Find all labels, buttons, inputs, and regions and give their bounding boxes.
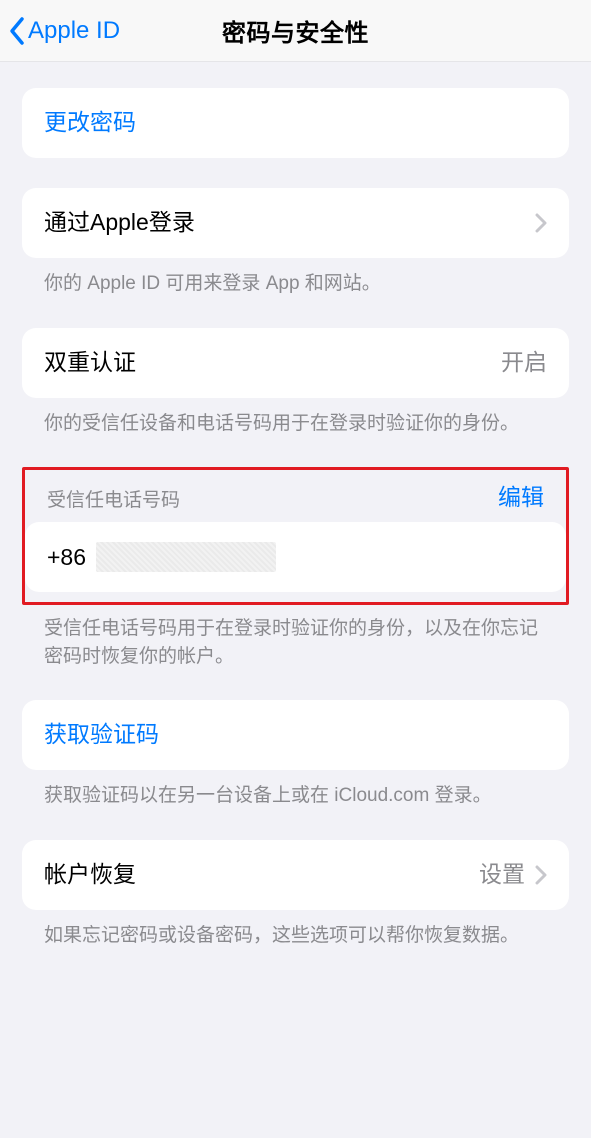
sign-in-with-apple-row[interactable]: 通过Apple登录 <box>22 188 569 258</box>
trusted-phone-header: 受信任电话号码 编辑 <box>25 476 566 522</box>
two-factor-footer: 你的受信任设备和电话号码用于在登录时验证你的身份。 <box>22 398 569 438</box>
account-recovery-label: 帐户恢复 <box>44 861 479 889</box>
account-recovery-footer: 如果忘记密码或设备密码，这些选项可以帮你恢复数据。 <box>22 910 569 950</box>
group-sign-in-with-apple: 通过Apple登录 你的 Apple ID 可用来登录 App 和网站。 <box>22 188 569 298</box>
card: 获取验证码 <box>22 700 569 770</box>
get-code-row[interactable]: 获取验证码 <box>22 700 569 770</box>
group-two-factor: 双重认证 开启 你的受信任设备和电话号码用于在登录时验证你的身份。 <box>22 328 569 438</box>
trusted-phone-header-label: 受信任电话号码 <box>47 485 180 512</box>
trusted-phone-footer: 受信任电话号码用于在登录时验证你的身份，以及在你忘记密码时恢复你的帐户。 <box>22 605 569 670</box>
two-factor-value: 开启 <box>501 349 547 377</box>
sign-in-with-apple-label: 通过Apple登录 <box>44 209 525 237</box>
card: +86 <box>25 522 566 592</box>
back-label: Apple ID <box>28 17 120 45</box>
trusted-phone-edit-button[interactable]: 编辑 <box>498 478 544 512</box>
group-account-recovery: 帐户恢复 设置 如果忘记密码或设备密码，这些选项可以帮你恢复数据。 <box>22 840 569 950</box>
change-password-row[interactable]: 更改密码 <box>22 88 569 158</box>
content: 更改密码 通过Apple登录 你的 Apple ID 可用来登录 App 和网站… <box>0 88 591 949</box>
change-password-label: 更改密码 <box>44 109 547 137</box>
card: 帐户恢复 设置 <box>22 840 569 910</box>
get-code-footer: 获取验证码以在另一台设备上或在 iCloud.com 登录。 <box>22 770 569 810</box>
navigation-bar: Apple ID 密码与安全性 <box>0 0 591 62</box>
account-recovery-row[interactable]: 帐户恢复 设置 <box>22 840 569 910</box>
card: 更改密码 <box>22 88 569 158</box>
chevron-right-icon <box>535 213 547 233</box>
phone-country-code: +86 <box>47 544 86 571</box>
back-button[interactable]: Apple ID <box>6 12 122 50</box>
group-change-password: 更改密码 <box>22 88 569 158</box>
card: 双重认证 开启 <box>22 328 569 398</box>
two-factor-label: 双重认证 <box>44 349 501 377</box>
two-factor-row[interactable]: 双重认证 开启 <box>22 328 569 398</box>
trusted-phone-highlight: 受信任电话号码 编辑 +86 <box>22 467 569 605</box>
group-get-code: 获取验证码 获取验证码以在另一台设备上或在 iCloud.com 登录。 <box>22 700 569 810</box>
chevron-left-icon <box>8 16 26 46</box>
get-code-label: 获取验证码 <box>44 721 547 749</box>
phone-number-masked <box>96 542 276 572</box>
card: 通过Apple登录 <box>22 188 569 258</box>
trusted-phone-row[interactable]: +86 <box>25 522 566 592</box>
account-recovery-value: 设置 <box>479 861 525 889</box>
sign-in-with-apple-footer: 你的 Apple ID 可用来登录 App 和网站。 <box>22 258 569 298</box>
chevron-right-icon <box>535 865 547 885</box>
